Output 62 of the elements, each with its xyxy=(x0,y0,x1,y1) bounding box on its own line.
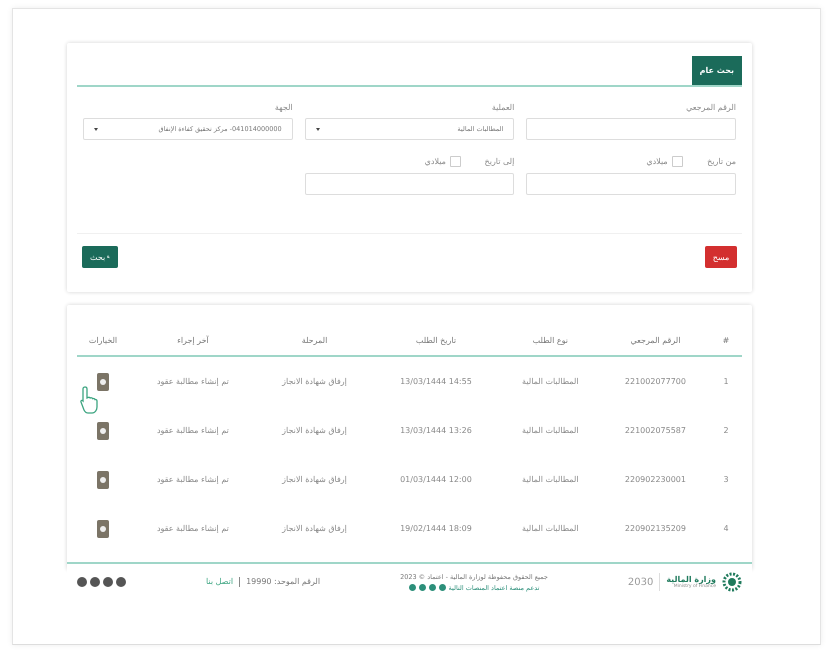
unified-number: الرقم الموحد: 19990 xyxy=(246,577,320,587)
social-icon[interactable] xyxy=(77,577,88,587)
column-header: تاريخ الطلب xyxy=(372,325,500,356)
options-button[interactable] xyxy=(97,520,109,538)
checkbox-label: ميلادي xyxy=(424,157,446,166)
table-cell: المطالبات المالية xyxy=(500,356,601,406)
table-cell-text: إرفاق شهادة الانجاز xyxy=(280,523,348,535)
table-cell-text: تم إنشاء مطالبة عقود xyxy=(156,523,230,535)
checkbox[interactable] xyxy=(450,156,461,167)
table-cell-text: 13:26 13/03/1444 xyxy=(399,425,473,437)
vision-logo: 2030 xyxy=(628,576,654,588)
table-cell-text: 18:09 19/02/1444 xyxy=(399,523,473,535)
search-button[interactable]: بحث xyxy=(82,246,118,268)
table-cell-text: المطالبات المالية xyxy=(521,523,580,535)
table-cell-text: 220902135209 xyxy=(624,523,687,535)
contact-link[interactable]: اتصل بنا xyxy=(206,577,234,587)
table-cell: 1 xyxy=(710,356,742,406)
date-field[interactable] xyxy=(526,173,736,195)
search-tab[interactable]: بحث عام xyxy=(692,56,742,85)
date-field[interactable] xyxy=(304,173,514,195)
table-cell-text: 12:00 01/03/1444 xyxy=(399,474,473,486)
column-header: نوع الطلب xyxy=(500,325,601,356)
column-header: الرقم المرجعي xyxy=(600,325,710,356)
caret-icon xyxy=(316,128,320,130)
table-cell-text: 2 xyxy=(722,425,730,437)
table-cell: 221002077700 xyxy=(600,356,710,406)
field-label: الرقم المرجعي xyxy=(685,103,736,112)
table-cell-text: تم إنشاء مطالبة عقود xyxy=(156,425,230,437)
checkbox-label: ميلادي xyxy=(646,157,668,166)
field-label: العملية xyxy=(490,103,514,112)
column-header: الخيارات xyxy=(77,325,129,356)
field-label: إلى تاريخ xyxy=(484,157,514,166)
table-cell-text: إرفاق شهادة الانجاز xyxy=(280,425,348,437)
search-icon xyxy=(107,253,110,261)
field-label: من تاريخ xyxy=(707,157,736,166)
options-button[interactable] xyxy=(97,422,109,440)
options-button[interactable] xyxy=(97,372,109,390)
table-cell: 14:55 13/03/1444 xyxy=(372,356,500,406)
social-icon[interactable] xyxy=(90,577,100,587)
social-icon[interactable] xyxy=(103,577,114,587)
checkbox[interactable] xyxy=(672,156,683,167)
column-header: # xyxy=(710,325,742,356)
table-cell-text: المطالبات المالية xyxy=(521,425,580,437)
caret-icon xyxy=(94,128,98,130)
table-cell-text: إرفاق شهادة الانجاز xyxy=(280,474,348,486)
table-cell-text: 4 xyxy=(722,523,730,535)
input-field[interactable] xyxy=(526,118,736,140)
column-header: آخر إجراء xyxy=(129,325,257,356)
clear-button[interactable]: مسح xyxy=(705,246,737,268)
column-header: المرحلة xyxy=(256,325,372,356)
options-button[interactable] xyxy=(97,470,109,488)
table-cell-text: تم إنشاء مطالبة عقود xyxy=(156,474,230,486)
table-cell-text: 220902230001 xyxy=(624,474,687,486)
table-cell-text: 3 xyxy=(722,474,730,486)
social-icon[interactable] xyxy=(116,577,126,587)
ministry-name: وزارة المالية xyxy=(666,575,716,584)
field-label: الجهة xyxy=(274,103,293,112)
ministry-emblem-icon xyxy=(722,572,742,592)
table-cell: تم إنشاء مطالبة عقود xyxy=(129,356,257,406)
table-cell: إرفاق شهادة الانجاز xyxy=(256,356,372,406)
table-cell-text: المطالبات المالية xyxy=(521,474,580,486)
table-cell-text: 221002075587 xyxy=(624,425,687,437)
